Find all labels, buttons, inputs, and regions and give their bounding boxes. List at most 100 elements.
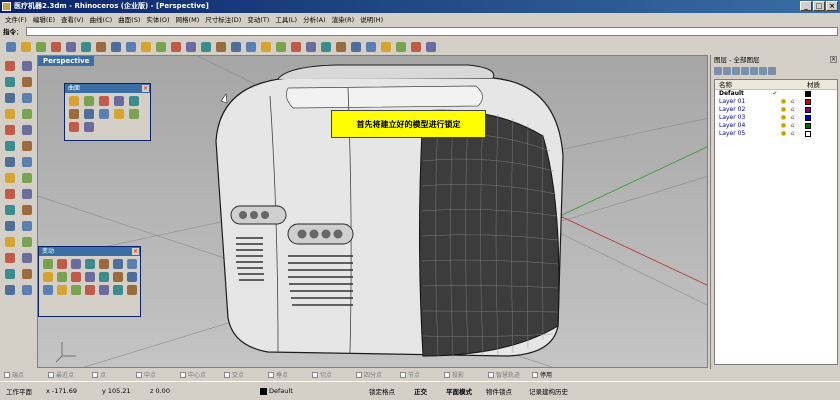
- osnap-checkbox[interactable]: [312, 371, 318, 378]
- history-toggle[interactable]: 记录建构历史: [529, 386, 568, 396]
- visibility-bulb-icon[interactable]: ●: [779, 98, 788, 106]
- render-icon[interactable]: [349, 40, 363, 54]
- menu-item-9[interactable]: 工具(L): [272, 14, 300, 24]
- pan-icon[interactable]: [154, 40, 168, 54]
- osnap-12[interactable]: 停用: [532, 370, 574, 379]
- mesh-surface-icon[interactable]: [82, 121, 96, 133]
- osnap-checkbox[interactable]: [48, 371, 54, 378]
- circle-icon[interactable]: [2, 90, 18, 105]
- arc-icon[interactable]: [19, 90, 35, 105]
- save-icon[interactable]: [34, 40, 48, 54]
- explode-icon[interactable]: [19, 234, 35, 249]
- osnap-toggle[interactable]: 物件锁点: [486, 386, 512, 396]
- layer-row[interactable]: Layer 01 ● ⌂: [715, 98, 837, 106]
- block-icon[interactable]: [2, 282, 18, 297]
- surface-edge-icon[interactable]: [82, 95, 96, 107]
- lock-icon[interactable]: ⌂: [788, 106, 797, 114]
- layer-row[interactable]: Default ✓: [715, 90, 837, 98]
- grid-snap-toggle[interactable]: 锁定格点: [369, 386, 395, 396]
- layer-color-swatch[interactable]: [805, 91, 811, 97]
- undo-icon[interactable]: [124, 40, 138, 54]
- osnap-checkbox[interactable]: [400, 371, 406, 378]
- surface-corner-icon[interactable]: [67, 95, 81, 107]
- perspective-viewport[interactable]: Perspective 曲面 × 变动 × 首先将建立好的模型进行锁定: [37, 55, 708, 368]
- layer-color-swatch[interactable]: [805, 99, 811, 105]
- osnap-0[interactable]: 端点: [4, 370, 46, 379]
- extrude-icon[interactable]: [19, 138, 35, 153]
- zoom-extents-icon[interactable]: [214, 40, 228, 54]
- layer-icon[interactable]: [304, 40, 318, 54]
- osnap-checkbox[interactable]: [224, 371, 230, 378]
- sweep1-icon[interactable]: [82, 108, 96, 120]
- extrude-icon[interactable]: [112, 95, 126, 107]
- polyline-icon[interactable]: [2, 74, 18, 89]
- delete-layer-icon[interactable]: [732, 67, 740, 75]
- splop-icon[interactable]: [69, 284, 83, 296]
- osnap-6[interactable]: 垂点: [268, 370, 310, 379]
- move-icon[interactable]: [41, 258, 55, 270]
- select-icon[interactable]: [274, 40, 288, 54]
- curve-icon[interactable]: [19, 74, 35, 89]
- menu-item-1[interactable]: 编辑(E): [30, 14, 58, 24]
- front-mesh-face[interactable]: [419, 109, 560, 357]
- twist-icon[interactable]: [55, 271, 69, 283]
- import-icon[interactable]: [64, 40, 78, 54]
- print-icon[interactable]: [49, 40, 63, 54]
- trim-icon[interactable]: [2, 218, 18, 233]
- osnap-checkbox[interactable]: [488, 371, 494, 378]
- point-icon[interactable]: [19, 58, 35, 73]
- osnap-checkbox[interactable]: [356, 371, 362, 378]
- osnap-checkbox[interactable]: [532, 371, 538, 378]
- current-layer-check[interactable]: ✓: [771, 90, 779, 98]
- network-icon[interactable]: [112, 108, 126, 120]
- paste-icon[interactable]: [109, 40, 123, 54]
- sweep2-icon[interactable]: [97, 108, 111, 120]
- loft-icon[interactable]: [127, 95, 141, 107]
- menu-item-11[interactable]: 渲染(R): [329, 14, 358, 24]
- current-layer[interactable]: Default: [269, 387, 293, 395]
- flatten-icon[interactable]: [125, 271, 139, 283]
- layer-row[interactable]: Layer 03 ● ⌂: [715, 114, 837, 122]
- polygon-icon[interactable]: [2, 122, 18, 137]
- render-icon[interactable]: [2, 266, 18, 281]
- plugin-icon[interactable]: [409, 40, 423, 54]
- orient-icon[interactable]: [111, 258, 125, 270]
- revolve-icon[interactable]: [67, 108, 81, 120]
- camera-icon[interactable]: [19, 282, 35, 297]
- taper-icon[interactable]: [83, 271, 97, 283]
- ortho-toggle[interactable]: 正交: [414, 386, 427, 396]
- osnap-checkbox[interactable]: [92, 371, 98, 378]
- layer-row[interactable]: Layer 02 ● ⌂: [715, 106, 837, 114]
- mesh-icon[interactable]: [19, 170, 35, 185]
- shade-icon[interactable]: [334, 40, 348, 54]
- layer-material-column[interactable]: 材质: [807, 80, 820, 89]
- zoom-selected-icon[interactable]: [229, 40, 243, 54]
- osnap-checkbox[interactable]: [4, 371, 10, 378]
- planar-toggle[interactable]: 平面模式: [446, 386, 472, 396]
- minimize-button[interactable]: _: [800, 1, 812, 11]
- solid-box-icon[interactable]: [2, 154, 18, 169]
- layer-row[interactable]: Layer 05 ● ⌂: [715, 130, 837, 138]
- four-viewports-icon[interactable]: [244, 40, 258, 54]
- rectangle-icon[interactable]: [19, 106, 35, 121]
- split-icon[interactable]: [19, 218, 35, 233]
- layer-options-icon[interactable]: [768, 67, 776, 75]
- filter-icon[interactable]: [759, 67, 767, 75]
- osnap-10[interactable]: 投影: [444, 370, 486, 379]
- move-up-icon[interactable]: [741, 67, 749, 75]
- new-layer-icon[interactable]: [714, 67, 722, 75]
- copy-icon[interactable]: [94, 40, 108, 54]
- visibility-bulb-icon[interactable]: ●: [779, 106, 788, 114]
- light-icon[interactable]: [319, 40, 333, 54]
- patch-icon[interactable]: [127, 108, 141, 120]
- texture-icon[interactable]: [379, 40, 393, 54]
- menu-item-2[interactable]: 查看(V): [58, 14, 87, 24]
- menu-item-7[interactable]: 尺寸标注(D): [202, 14, 244, 24]
- ellipse-icon[interactable]: [2, 106, 18, 121]
- lock-icon[interactable]: ⌂: [788, 114, 797, 122]
- osnap-checkbox[interactable]: [444, 371, 450, 378]
- object-properties-icon[interactable]: [289, 40, 303, 54]
- lock-icon[interactable]: ⌂: [788, 98, 797, 106]
- smooth-icon[interactable]: [41, 284, 55, 296]
- lock-icon[interactable]: ⌂: [788, 130, 797, 138]
